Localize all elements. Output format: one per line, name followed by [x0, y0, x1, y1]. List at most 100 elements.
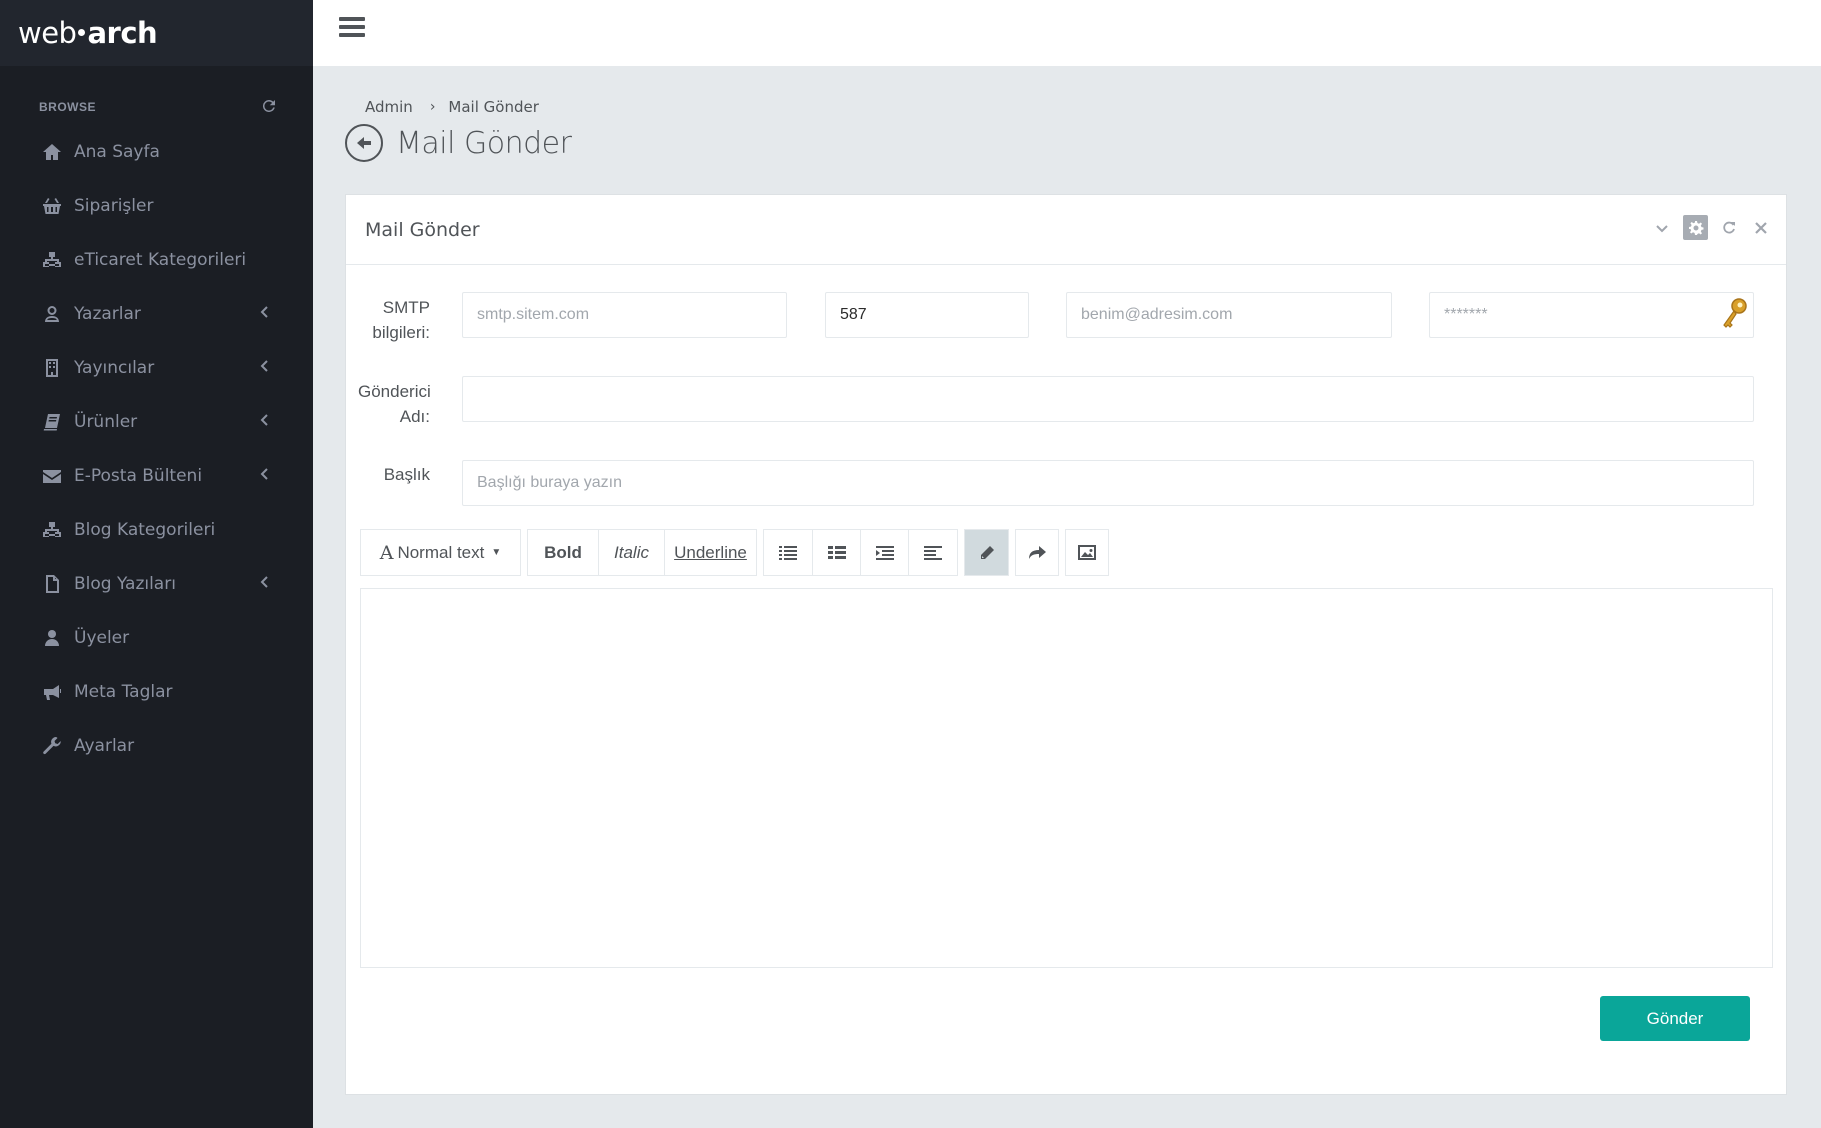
outdent-icon — [875, 545, 894, 560]
sidebar-item-uyeler[interactable]: Üyeler — [0, 611, 313, 665]
refresh-icon[interactable] — [262, 99, 275, 115]
font-icon: A — [379, 541, 394, 564]
bold-button[interactable]: Bold — [527, 529, 599, 576]
sidebar-item-label: Blog Kategorileri — [74, 520, 216, 540]
sidebar-item-label: Blog Yazıları — [74, 574, 176, 594]
sidebar-item-eticaret-kategorileri[interactable]: eTicaret Kategorileri — [0, 233, 313, 287]
sidebar-item-ayarlar[interactable]: Ayarlar — [0, 719, 313, 773]
smtp-label-line1: SMTP — [382, 298, 430, 317]
logo-right-text: arch — [87, 16, 158, 50]
config-gear-icon[interactable] — [1683, 215, 1708, 240]
underline-button[interactable]: Underline — [664, 529, 757, 576]
sidebar-item-siparisler[interactable]: Siparişler — [0, 179, 313, 233]
browse-label: BROWSE — [39, 100, 96, 114]
edit-html-group — [964, 529, 1009, 576]
subject-label: Başlık — [383, 465, 430, 484]
sender-label: Gönderici Adı: — [358, 379, 431, 429]
breadcrumb-current: Mail Gönder — [448, 98, 539, 116]
file-icon — [41, 573, 63, 595]
back-arrow-icon[interactable] — [345, 124, 383, 162]
share-arrow-icon — [1029, 545, 1046, 559]
chevron-left-icon — [259, 359, 271, 378]
smtp-label: SMTP bilgileri: — [366, 295, 430, 345]
list-ol-icon — [827, 545, 846, 559]
font-style-label: Normal text — [397, 542, 485, 562]
user-icon — [41, 303, 63, 325]
sidebar-item-label: E-Posta Bülteni — [74, 466, 203, 486]
sender-label-line1: Gönderici — [358, 382, 431, 401]
logo-left-text: web — [18, 16, 77, 50]
smtp-host-input[interactable] — [462, 292, 787, 338]
edit-html-button[interactable] — [964, 529, 1009, 576]
outdent-button[interactable] — [860, 529, 909, 576]
smtp-label-line2: bilgileri: — [372, 323, 430, 342]
sender-label-line2: Adı: — [399, 407, 430, 426]
pencil-icon — [980, 545, 994, 559]
ordered-list-button[interactable] — [812, 529, 861, 576]
indent-icon — [924, 545, 942, 560]
send-button[interactable]: Gönder — [1600, 996, 1750, 1041]
sitemap-icon — [41, 519, 63, 541]
smtp-email-input[interactable] — [1066, 292, 1392, 338]
smtp-port-input[interactable] — [825, 292, 1029, 338]
sitemap-icon — [41, 249, 63, 271]
smtp-password-input[interactable] — [1429, 292, 1754, 338]
chevron-left-icon — [259, 467, 271, 486]
sidebar-item-label: eTicaret Kategorileri — [74, 250, 247, 270]
sidebar-item-label: Ürünler — [74, 412, 138, 432]
sidebar-item-blog-yazilari[interactable]: Blog Yazıları — [0, 557, 313, 611]
sidebar-item-ana-sayfa[interactable]: Ana Sayfa — [0, 125, 313, 179]
chevron-left-icon — [259, 305, 271, 324]
close-icon[interactable] — [1750, 217, 1772, 239]
sidebar-item-label: Siparişler — [74, 196, 154, 216]
sidebar-item-label: Üyeler — [74, 628, 130, 648]
logo[interactable]: web arch — [18, 16, 158, 50]
page-title: Mail Gönder — [396, 125, 572, 161]
mail-panel: Mail Gönder SMTP bilgileri: smtp.sitem.c… — [345, 194, 1787, 1095]
sidebar-item-label: Meta Taglar — [74, 682, 173, 702]
image-icon — [1078, 545, 1096, 560]
hamburger-menu-icon[interactable] — [339, 16, 365, 38]
wrench-icon — [41, 735, 63, 757]
font-style-group: A Normal text ▼ — [360, 529, 521, 576]
chevron-left-icon — [259, 575, 271, 594]
insert-image-button[interactable] — [1065, 529, 1109, 576]
home-icon — [41, 141, 63, 163]
reload-icon[interactable] — [1718, 217, 1740, 239]
sidebar-item-meta-taglar[interactable]: Meta Taglar — [0, 665, 313, 719]
image-group — [1065, 529, 1109, 576]
sidebar-item-e-posta-bulteni[interactable]: E-Posta Bülteni — [0, 449, 313, 503]
caret-down-icon: ▼ — [491, 547, 502, 558]
sidebar-item-yazarlar[interactable]: Yazarlar — [0, 287, 313, 341]
unordered-list-button[interactable] — [763, 529, 813, 576]
key-icon[interactable] — [1719, 297, 1749, 333]
building-icon — [41, 357, 63, 379]
collapse-chevron-icon[interactable] — [1651, 217, 1673, 239]
breadcrumb-root[interactable]: Admin — [365, 98, 413, 116]
italic-button[interactable]: Italic — [598, 529, 665, 576]
sidebar-item-blog-kategorileri[interactable]: Blog Kategorileri — [0, 503, 313, 557]
sidebar-item-label: Yayıncılar — [74, 358, 155, 378]
top-header — [313, 0, 1821, 66]
bullhorn-icon — [41, 681, 63, 703]
list-group — [763, 529, 958, 576]
link-button[interactable] — [1015, 529, 1059, 576]
indent-button[interactable] — [908, 529, 958, 576]
link-group — [1015, 529, 1059, 576]
breadcrumb: Admin › Mail Gönder — [365, 98, 539, 116]
sidebar-item-label: Ana Sayfa — [74, 142, 160, 162]
breadcrumb-chevron-icon: › — [429, 99, 436, 115]
font-style-dropdown[interactable]: A Normal text ▼ — [360, 529, 521, 576]
sidebar-item-urunler[interactable]: Ürünler — [0, 395, 313, 449]
sidebar-item-label: Ayarlar — [74, 736, 135, 756]
envelope-icon — [41, 465, 63, 487]
list-ul-icon — [779, 545, 797, 560]
subject-input[interactable] — [462, 460, 1754, 506]
panel-header: Mail Gönder — [346, 195, 1786, 265]
message-editor[interactable] — [360, 588, 1773, 968]
sidebar-item-label: Yazarlar — [74, 304, 141, 324]
panel-tools — [1651, 215, 1772, 240]
sidebar-item-yayincilar[interactable]: Yayıncılar — [0, 341, 313, 395]
sidebar: web arch BROWSE Ana Sayfa Siparişler eTic… — [0, 0, 313, 1128]
sender-name-input[interactable] — [462, 376, 1754, 422]
